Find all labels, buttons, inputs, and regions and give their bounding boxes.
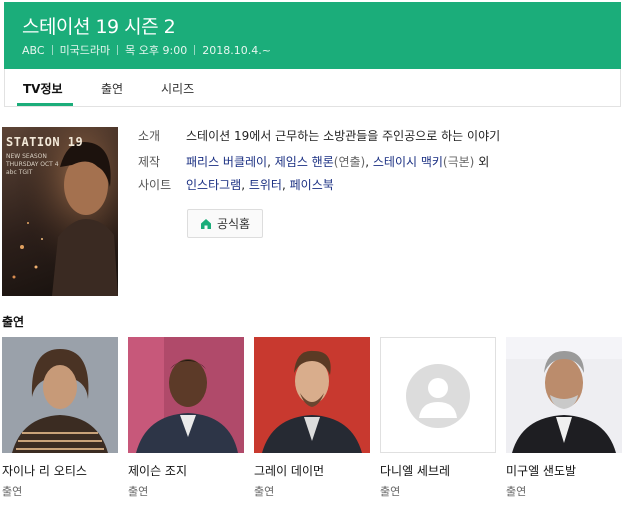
poster-title: STATION 19	[6, 135, 84, 149]
meta-start-date: 2018.10.4.~	[202, 43, 271, 57]
site-link-facebook[interactable]: 페이스북	[290, 178, 334, 192]
cast-role: 출연	[380, 485, 401, 498]
cast-role: 출연	[2, 485, 23, 498]
meta-genre: 미국드라마	[59, 44, 111, 57]
divider	[51, 45, 53, 55]
separator: ,	[267, 155, 275, 169]
cast-name[interactable]: 제이슨 조지	[128, 462, 187, 479]
page-title: 스테이션 19 시즌 2	[22, 16, 176, 38]
separator: ,	[281, 178, 290, 192]
cast-photo-image	[2, 337, 118, 453]
cast-card: 다니엘 세브레 출연	[380, 337, 496, 498]
tab-bar: TV정보 출연 시리즈	[4, 69, 621, 107]
cast-photo[interactable]	[506, 337, 622, 453]
cast-card: 미구엘 샌도발 출연	[506, 337, 622, 498]
production-person-link[interactable]: 제임스 핸론	[275, 155, 334, 169]
cast-photo[interactable]	[2, 337, 118, 453]
cast-section-title: 출연	[2, 315, 25, 329]
meta-network: ABC	[22, 43, 45, 57]
cast-card: 자이나 리 오티스 출연	[2, 337, 118, 498]
separator: ,	[241, 178, 249, 192]
cast-photo-image	[128, 337, 244, 453]
person-placeholder-icon	[381, 338, 495, 452]
production-role: (극본)	[442, 155, 475, 169]
production-label: 제작	[138, 155, 161, 169]
intro-value: 스테이션 19에서 근무하는 소방관들을 주인공으로 하는 이야기	[186, 129, 501, 143]
intro-label: 소개	[138, 129, 161, 143]
cast-photo-placeholder[interactable]	[380, 337, 496, 453]
cast-name[interactable]: 그레이 데이먼	[254, 462, 324, 479]
divider	[117, 45, 119, 55]
production-person-link[interactable]: 패리스 버클레이	[186, 155, 267, 169]
cast-name[interactable]: 다니엘 세브레	[380, 462, 450, 479]
site-link-twitter[interactable]: 트위터	[249, 178, 282, 192]
active-tab-indicator	[17, 103, 73, 106]
cast-photo-image	[254, 337, 370, 453]
production-person-link[interactable]: 스테이시 맥키	[373, 155, 443, 169]
site-link-instagram[interactable]: 인스타그램	[186, 178, 241, 192]
official-home-label: 공식홈	[216, 217, 251, 231]
site-label: 사이트	[138, 178, 172, 192]
separator: ,	[365, 155, 373, 169]
info-site-row: 사이트 인스타그램, 트위터, 페이스북	[138, 176, 334, 193]
cast-photo-image	[506, 337, 622, 453]
tab-series[interactable]: 시리즈	[161, 80, 194, 97]
poster-subtitle: NEW SEASON THURSDAY OCT 4 abc TGIT	[6, 153, 59, 176]
cast-role: 출연	[506, 485, 527, 498]
show-poster[interactable]: STATION 19 NEW SEASON THURSDAY OCT 4 abc…	[2, 127, 118, 296]
header-bar: 스테이션 19 시즌 2 ABC 미국드라마 목 오후 9:00 2018.10…	[4, 2, 621, 69]
home-icon	[200, 218, 211, 229]
production-suffix: 외	[474, 155, 490, 169]
cast-name[interactable]: 미구엘 샌도발	[506, 462, 576, 479]
show-meta: ABC 미국드라마 목 오후 9:00 2018.10.4.~	[22, 42, 271, 58]
cast-name[interactable]: 자이나 리 오티스	[2, 462, 87, 479]
tab-tv-info[interactable]: TV정보	[23, 80, 63, 97]
divider	[194, 45, 196, 55]
cast-photo[interactable]	[254, 337, 370, 453]
cast-role: 출연	[128, 485, 149, 498]
cast-card: 제이슨 조지 출연	[128, 337, 244, 498]
production-role: (연출)	[333, 155, 366, 169]
official-home-button[interactable]: 공식홈	[187, 209, 263, 238]
meta-airtime: 목 오후 9:00	[125, 44, 188, 57]
cast-card: 그레이 데이먼 출연	[254, 337, 370, 498]
tab-cast[interactable]: 출연	[101, 80, 123, 97]
info-intro-row: 소개 스테이션 19에서 근무하는 소방관들을 주인공으로 하는 이야기	[138, 127, 500, 144]
cast-photo[interactable]	[128, 337, 244, 453]
cast-role: 출연	[254, 485, 275, 498]
info-production-row: 제작 패리스 버클레이, 제임스 핸론(연출), 스테이시 맥키(극본) 외	[138, 153, 489, 170]
